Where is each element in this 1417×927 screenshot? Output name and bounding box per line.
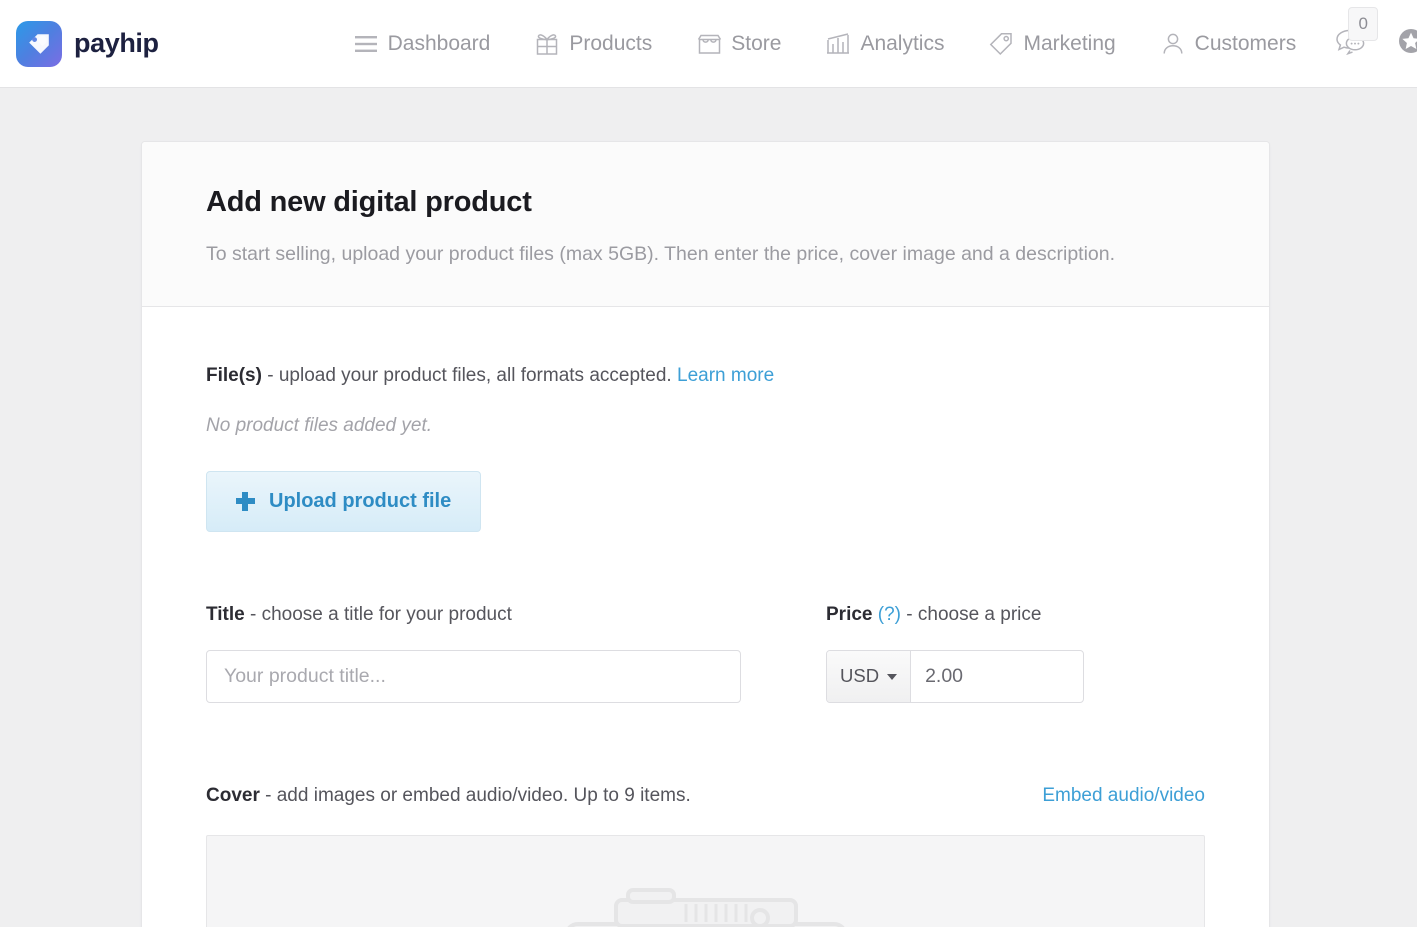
account-menu-button[interactable]: Account: [1382, 22, 1417, 66]
nav-item-label: Store: [731, 31, 782, 55]
files-label-bold: File(s): [206, 365, 262, 386]
upload-product-file-button[interactable]: Upload product file: [206, 470, 482, 532]
top-navigation-bar: payhip Dashboard Products Store Analytic…: [0, 0, 1417, 88]
cover-header-row: Cover - add images or embed audio/video.…: [206, 785, 1205, 808]
price-help-icon[interactable]: (?): [878, 604, 901, 625]
card-body: File(s) - upload your product files, all…: [142, 307, 1269, 927]
person-icon: [1160, 31, 1186, 57]
price-tag-icon: [988, 31, 1014, 57]
nav-item-products[interactable]: Products: [512, 25, 674, 63]
files-label: File(s) - upload your product files, all…: [206, 365, 1205, 388]
chevron-down-icon: [887, 674, 898, 681]
nav-item-label: Customers: [1194, 31, 1297, 55]
messages-button[interactable]: 0: [1318, 7, 1382, 66]
page-subtitle: To start selling, upload your product fi…: [206, 243, 1116, 265]
files-learn-more-link[interactable]: Learn more: [677, 365, 774, 386]
camera-illustration-icon: [546, 836, 866, 927]
plus-icon: [236, 491, 255, 511]
files-section: File(s) - upload your product files, all…: [206, 365, 1205, 532]
cover-section: Cover - add images or embed audio/video.…: [206, 785, 1205, 927]
embed-audio-video-link[interactable]: Embed audio/video: [1042, 785, 1205, 807]
currency-select-label: USD: [840, 665, 880, 687]
price-field-group: Price (?) - choose a price USD: [826, 604, 1205, 703]
star-circle-icon: [1398, 28, 1417, 60]
page-content-area: Add new digital product To start selling…: [0, 88, 1417, 927]
price-label-rest: - choose a price: [901, 603, 1042, 625]
cover-dropzone[interactable]: [206, 835, 1205, 927]
nav-item-analytics[interactable]: Analytics: [803, 25, 966, 63]
cover-label: Cover - add images or embed audio/video.…: [206, 785, 691, 808]
nav-item-store[interactable]: Store: [674, 25, 803, 63]
cover-label-bold: Cover: [206, 784, 260, 806]
add-product-card: Add new digital product To start selling…: [141, 141, 1270, 927]
nav-item-marketing[interactable]: Marketing: [966, 25, 1137, 63]
price-label: Price (?) - choose a price: [826, 604, 1205, 627]
nav-item-label: Marketing: [1023, 31, 1116, 55]
title-label-bold: Title: [206, 603, 245, 625]
nav-item-customers[interactable]: Customers: [1138, 25, 1319, 63]
title-label-rest: - choose a title for your product: [244, 603, 512, 625]
files-label-rest: - upload your product files, all formats…: [261, 365, 677, 386]
messages-badge-count: 0: [1348, 7, 1379, 41]
price-label-bold: Price: [826, 603, 873, 625]
title-label: Title - choose a title for your product: [206, 604, 826, 627]
currency-select-button[interactable]: USD: [827, 650, 912, 702]
product-title-input[interactable]: [206, 649, 741, 703]
bar-chart-icon: [825, 31, 851, 57]
nav-item-label: Dashboard: [387, 31, 491, 55]
title-price-row: Title - choose a title for your product …: [206, 604, 1205, 703]
storefront-icon: [696, 31, 722, 57]
hamburger-menu-icon: [353, 31, 379, 57]
brand-name: payhip: [74, 28, 159, 58]
primary-nav-links: Dashboard Products Store Analytics Marke…: [331, 25, 1319, 63]
nav-right-group: 0 Account: [1318, 7, 1417, 66]
card-header: Add new digital product To start selling…: [142, 142, 1269, 307]
payhip-tag-heart-icon: [16, 20, 62, 67]
nav-item-dashboard[interactable]: Dashboard: [331, 25, 513, 63]
title-field-group: Title - choose a title for your product: [206, 604, 826, 703]
page-title: Add new digital product: [206, 186, 532, 218]
files-empty-state: No product files added yet.: [206, 414, 433, 436]
nav-item-label: Analytics: [860, 31, 945, 55]
cover-label-rest: - add images or embed audio/video. Up to…: [259, 784, 691, 806]
price-amount-input[interactable]: [911, 650, 1083, 702]
brand-logo-link[interactable]: payhip: [16, 20, 159, 67]
gift-box-icon: [534, 31, 560, 57]
upload-product-file-label: Upload product file: [269, 489, 452, 512]
nav-item-label: Products: [569, 31, 653, 55]
price-input-group: USD: [826, 649, 1084, 703]
